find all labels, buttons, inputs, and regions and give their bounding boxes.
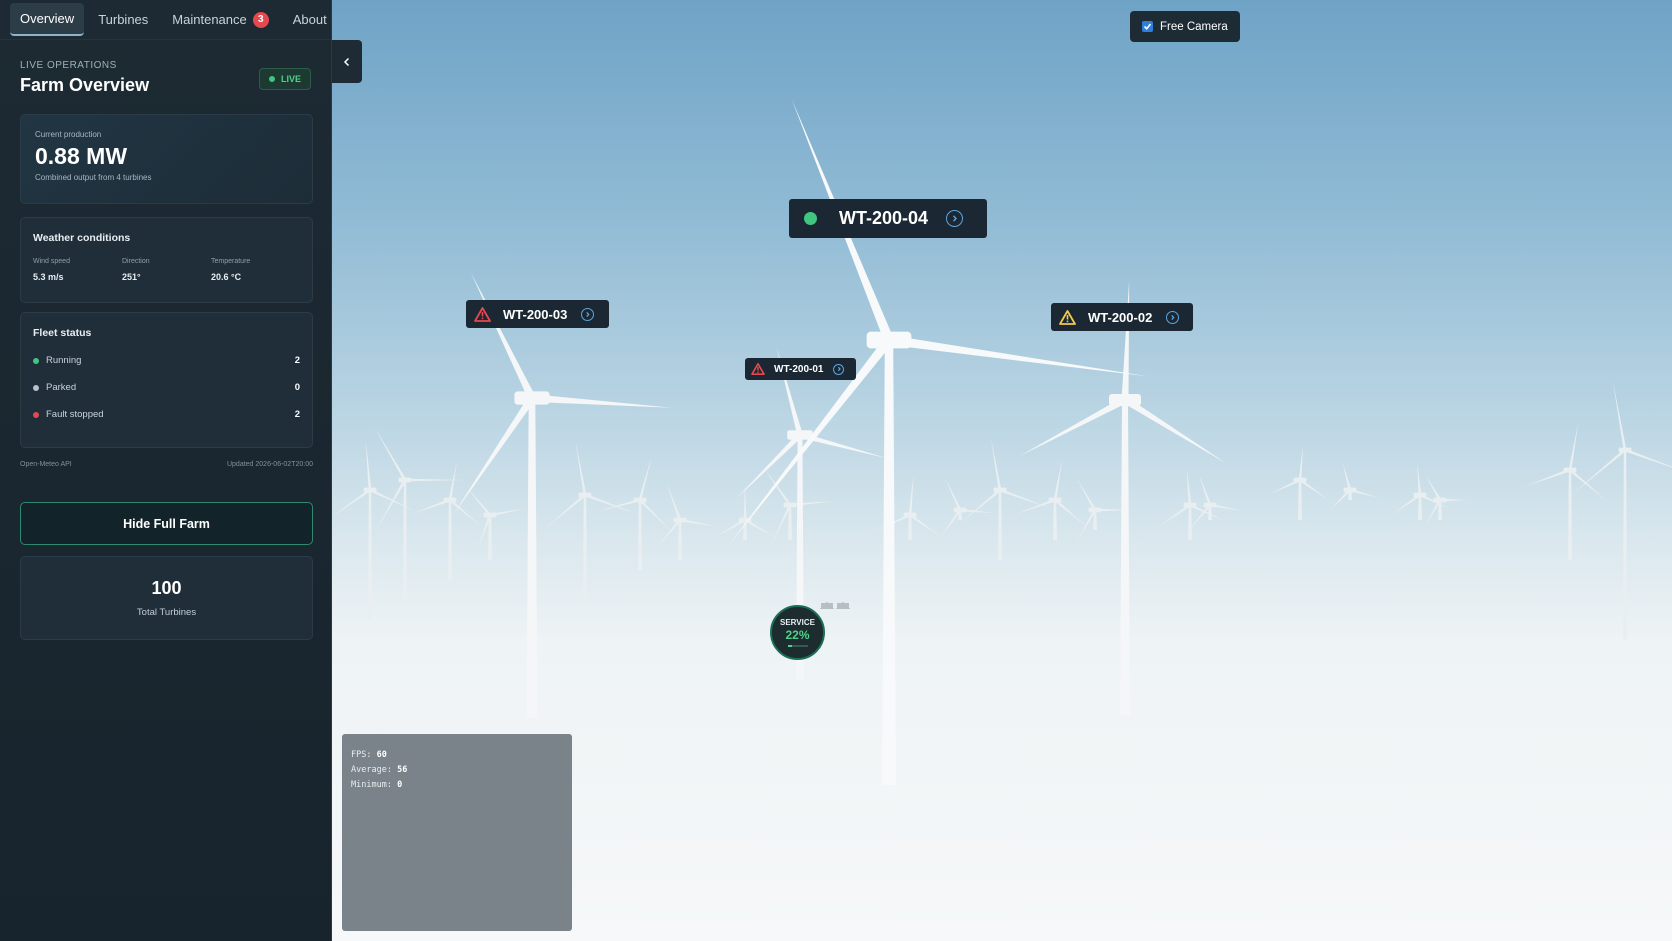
production-card: Current production 0.88 MW Combined outp… — [20, 114, 313, 204]
alert-triangle-icon — [751, 363, 765, 375]
maintenance-count-badge: 3 — [252, 11, 269, 28]
wind-turbine — [542, 440, 637, 600]
running-dot-icon — [33, 357, 39, 364]
chevron-right-icon[interactable] — [833, 363, 845, 375]
fault-dot-icon — [33, 411, 39, 418]
hide-full-farm-button[interactable]: Hide Full Farm — [20, 502, 313, 545]
service-progress-badge[interactable]: SERVICE 22% — [770, 605, 825, 660]
wind-turbine — [596, 456, 672, 570]
total-turbines-label: Total Turbines — [136, 607, 197, 618]
temperature: Temperature 20.6 °C — [211, 258, 251, 282]
wind-turbine — [467, 488, 525, 560]
wind-turbine — [1524, 422, 1607, 560]
free-camera-toggle[interactable]: Free Camera — [1130, 11, 1240, 42]
warning-triangle-icon — [1059, 309, 1076, 325]
wind-turbine — [940, 479, 994, 538]
fps-current: FPS: 60 — [351, 750, 387, 760]
fleet-row-fault: Fault stopped 2 — [33, 409, 300, 420]
fps-minimum: Minimum: 0 — [351, 780, 403, 790]
status-dot-icon — [804, 212, 817, 225]
fleet-status-card: Fleet status Running 2 Parked 0 Fault st… — [20, 312, 313, 448]
service-progress-fill — [787, 645, 792, 647]
wind-turbine — [1330, 462, 1378, 510]
tab-turbines[interactable]: Turbines — [88, 4, 158, 35]
turbine-label-wt-200-01[interactable]: WT-200-01 — [745, 358, 856, 380]
wind-turbine — [1189, 474, 1242, 530]
fleet-row-running: Running 2 — [33, 355, 300, 366]
wind-turbine — [1019, 280, 1227, 715]
data-source-footer: Open-Meteo API Updated 2026-06-02T20:00 — [20, 461, 313, 468]
data-source: Open-Meteo API — [20, 461, 72, 468]
alert-triangle-icon — [474, 306, 491, 322]
tab-maintenance[interactable]: Maintenance 3 — [162, 4, 278, 36]
fleet-title: Fleet status — [33, 327, 92, 339]
wind-turbine — [714, 485, 776, 540]
wind-turbine — [453, 272, 672, 718]
tab-about[interactable]: About — [283, 4, 337, 35]
tab-bar: Overview Turbines Maintenance 3 About — [0, 0, 331, 40]
free-camera-label: Free Camera — [1160, 20, 1228, 33]
live-dot-icon — [268, 76, 275, 82]
production-label: Current production — [35, 130, 102, 139]
chevron-right-icon[interactable] — [946, 210, 964, 227]
wind-turbine — [655, 484, 718, 560]
wind-turbine — [329, 440, 416, 620]
total-turbines-value: 100 — [151, 578, 182, 598]
chevron-left-icon — [343, 57, 350, 66]
total-turbines-card: 100 Total Turbines — [20, 556, 313, 640]
weather-card: Weather conditions Wind speed 5.3 m/s Di… — [20, 217, 313, 303]
production-value: 0.88 MW — [35, 143, 128, 169]
substation-buildings — [820, 602, 850, 609]
parked-dot-icon — [33, 384, 39, 391]
updated-timestamp: Updated 2026-06-02T20:00 — [226, 461, 313, 468]
service-percent: 22% — [785, 628, 810, 642]
live-status-badge: LIVE — [258, 68, 311, 90]
wind-turbine — [1571, 381, 1672, 640]
turbine-label-wt-200-04[interactable]: WT-200-04 — [789, 199, 987, 238]
fps-monitor: FPS: 60 Average: 56 Minimum: 0 — [342, 734, 572, 931]
fleet-row-parked: Parked 0 — [33, 382, 300, 393]
checkbox-checked-icon[interactable] — [1142, 21, 1153, 32]
chevron-right-icon[interactable] — [1166, 310, 1180, 324]
weather-title: Weather conditions — [33, 232, 131, 244]
tab-overview[interactable]: Overview — [10, 3, 85, 36]
wind-turbine — [1269, 446, 1328, 520]
service-label: SERVICE — [780, 618, 815, 627]
sidebar-panel: Overview Turbines Maintenance 3 About LI… — [0, 0, 332, 941]
turbine-label-wt-200-02[interactable]: WT-200-02 — [1051, 303, 1193, 331]
wind-speed: Wind speed 5.3 m/s — [33, 258, 70, 282]
service-progress-bar — [787, 645, 808, 647]
chevron-right-icon[interactable] — [581, 307, 595, 321]
fps-average: Average: 56 — [351, 765, 408, 775]
turbine-label-wt-200-03[interactable]: WT-200-03 — [466, 300, 609, 328]
wind-turbine — [412, 460, 481, 580]
collapse-sidebar-button[interactable] — [332, 40, 362, 83]
wind-turbine — [960, 438, 1049, 560]
production-caption: Combined output from 4 turbines — [35, 173, 152, 182]
wind-direction: Direction 251° — [122, 258, 150, 282]
